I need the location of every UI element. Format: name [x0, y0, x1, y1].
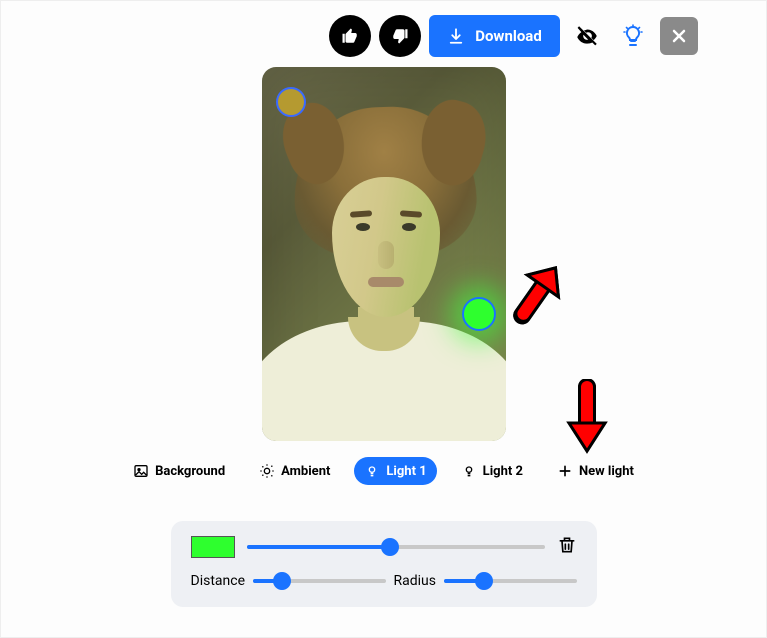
annotation-arrow-newlight	[557, 379, 617, 463]
light-tabs: Background Ambient Light 1 Light 2 New l…	[1, 457, 766, 485]
download-label: Download	[475, 27, 542, 45]
thumbs-down-button[interactable]	[379, 15, 421, 57]
plus-icon	[557, 463, 573, 479]
radius-label: Radius	[394, 573, 437, 589]
thumbs-down-icon	[391, 27, 409, 45]
tab-light2[interactable]: Light 2	[451, 457, 533, 485]
radius-slider[interactable]	[444, 571, 577, 591]
distance-label: Distance	[191, 573, 246, 589]
tab-background[interactable]: Background	[123, 457, 235, 485]
close-icon	[669, 26, 689, 46]
image-icon	[133, 463, 149, 479]
delete-light-button[interactable]	[557, 535, 577, 559]
color-swatch[interactable]	[191, 536, 235, 558]
tab-new-light[interactable]: New light	[547, 457, 644, 485]
bulb-icon	[461, 463, 477, 479]
tab-background-label: Background	[155, 464, 225, 479]
tab-light1[interactable]: Light 1	[354, 457, 436, 485]
light-controls-panel: Distance Radius	[171, 521, 597, 607]
light1-handle[interactable]	[462, 297, 496, 331]
annotation-arrow-light1	[505, 255, 575, 329]
download-icon	[447, 27, 465, 45]
visibility-toggle-button[interactable]	[568, 17, 606, 55]
top-toolbar: Download	[1, 15, 766, 57]
tab-ambient[interactable]: Ambient	[249, 457, 340, 485]
lightbulb-icon	[621, 24, 645, 48]
tab-new-light-label: New light	[579, 464, 634, 479]
eye-off-icon	[574, 23, 600, 49]
sun-icon	[259, 463, 275, 479]
tab-ambient-label: Ambient	[281, 464, 330, 479]
subject-face	[332, 177, 440, 317]
ambient-light-handle[interactable]	[276, 87, 306, 117]
intensity-slider[interactable]	[247, 537, 545, 557]
thumbs-up-button[interactable]	[329, 15, 371, 57]
photo-canvas[interactable]	[262, 67, 506, 441]
bulb-icon	[364, 463, 380, 479]
subject-shirt	[262, 321, 506, 441]
trash-icon	[557, 535, 577, 555]
distance-slider[interactable]	[253, 571, 386, 591]
tips-button[interactable]	[614, 17, 652, 55]
thumbs-up-icon	[341, 27, 359, 45]
close-button[interactable]	[660, 17, 698, 55]
download-button[interactable]: Download	[429, 15, 560, 57]
tab-light2-label: Light 2	[483, 464, 523, 479]
tab-light1-label: Light 1	[386, 464, 426, 479]
